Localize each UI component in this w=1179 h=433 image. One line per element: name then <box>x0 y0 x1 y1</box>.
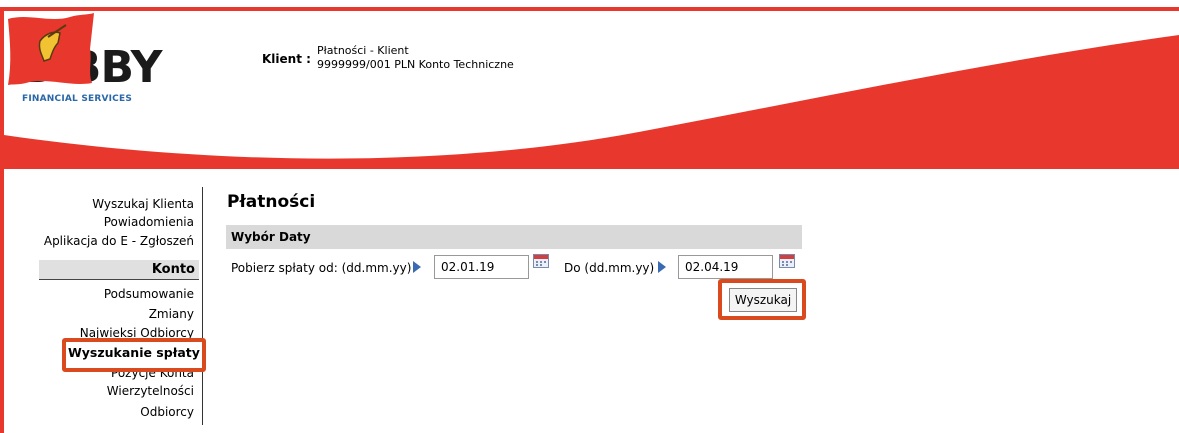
panel-header: Wybór Daty <box>226 225 802 249</box>
sidebar-section-label: Konto <box>151 262 195 277</box>
sidebar-item-najwieksi-odbiorcy[interactable]: Najwieksi Odbiorcy <box>80 326 194 340</box>
calendar-icon[interactable] <box>779 254 795 268</box>
sidebar-item-pozycje-konta[interactable]: Pozycje Konta <box>111 366 194 380</box>
sidebar-item-odbiorcy[interactable]: Odbiorcy <box>140 405 194 419</box>
banner-swoosh <box>4 35 1179 169</box>
sidebar-item-active-label[interactable]: Wyszukanie spłaty <box>68 345 200 360</box>
play-arrow-icon <box>658 261 666 273</box>
sidebar-item-aplikacja[interactable]: Aplikacja do E - Zgłoszeń <box>44 234 194 248</box>
client-label: Klient : <box>262 52 311 66</box>
page-title: Płatności <box>227 192 316 212</box>
date-to-label: Do (dd.mm.yy) <box>564 261 655 275</box>
play-arrow-icon <box>413 261 421 273</box>
header-banner: BIBBY FINANCIAL SERVICES Klient : Płatno… <box>4 11 1179 169</box>
frame-top <box>0 0 1179 7</box>
calendar-icon[interactable] <box>533 254 549 268</box>
sidebar-item-wyszukaj-klienta[interactable]: Wyszukaj Klienta <box>92 197 194 211</box>
sidebar-nav: Wyszukaj Klienta Powiadomienia Aplikacja… <box>4 187 203 425</box>
date-from-input[interactable] <box>434 255 529 279</box>
sidebar-item-powiadomienia[interactable]: Powiadomienia <box>104 215 194 229</box>
panel-title: Wybór Daty <box>231 230 311 244</box>
sidebar-section-konto: Konto <box>39 260 199 280</box>
brand-logo-subtitle: FINANCIAL SERVICES <box>22 94 133 104</box>
client-account: 9999999/001 PLN Konto Techniczne <box>317 58 514 71</box>
sidebar-item-wierzytelnosci[interactable]: Wierzytelności <box>107 384 194 398</box>
search-button[interactable]: Wyszukaj <box>729 288 797 312</box>
date-from-label: Pobierz spłaty od: (dd.mm.yy) <box>231 261 412 275</box>
sidebar-item-podsumowanie[interactable]: Podsumowanie <box>104 287 194 301</box>
sidebar-item-zmiany[interactable]: Zmiany <box>149 307 194 321</box>
lion-flag-icon <box>8 13 94 85</box>
date-to-input[interactable] <box>678 255 773 279</box>
client-name: Płatności - Klient <box>317 44 409 57</box>
